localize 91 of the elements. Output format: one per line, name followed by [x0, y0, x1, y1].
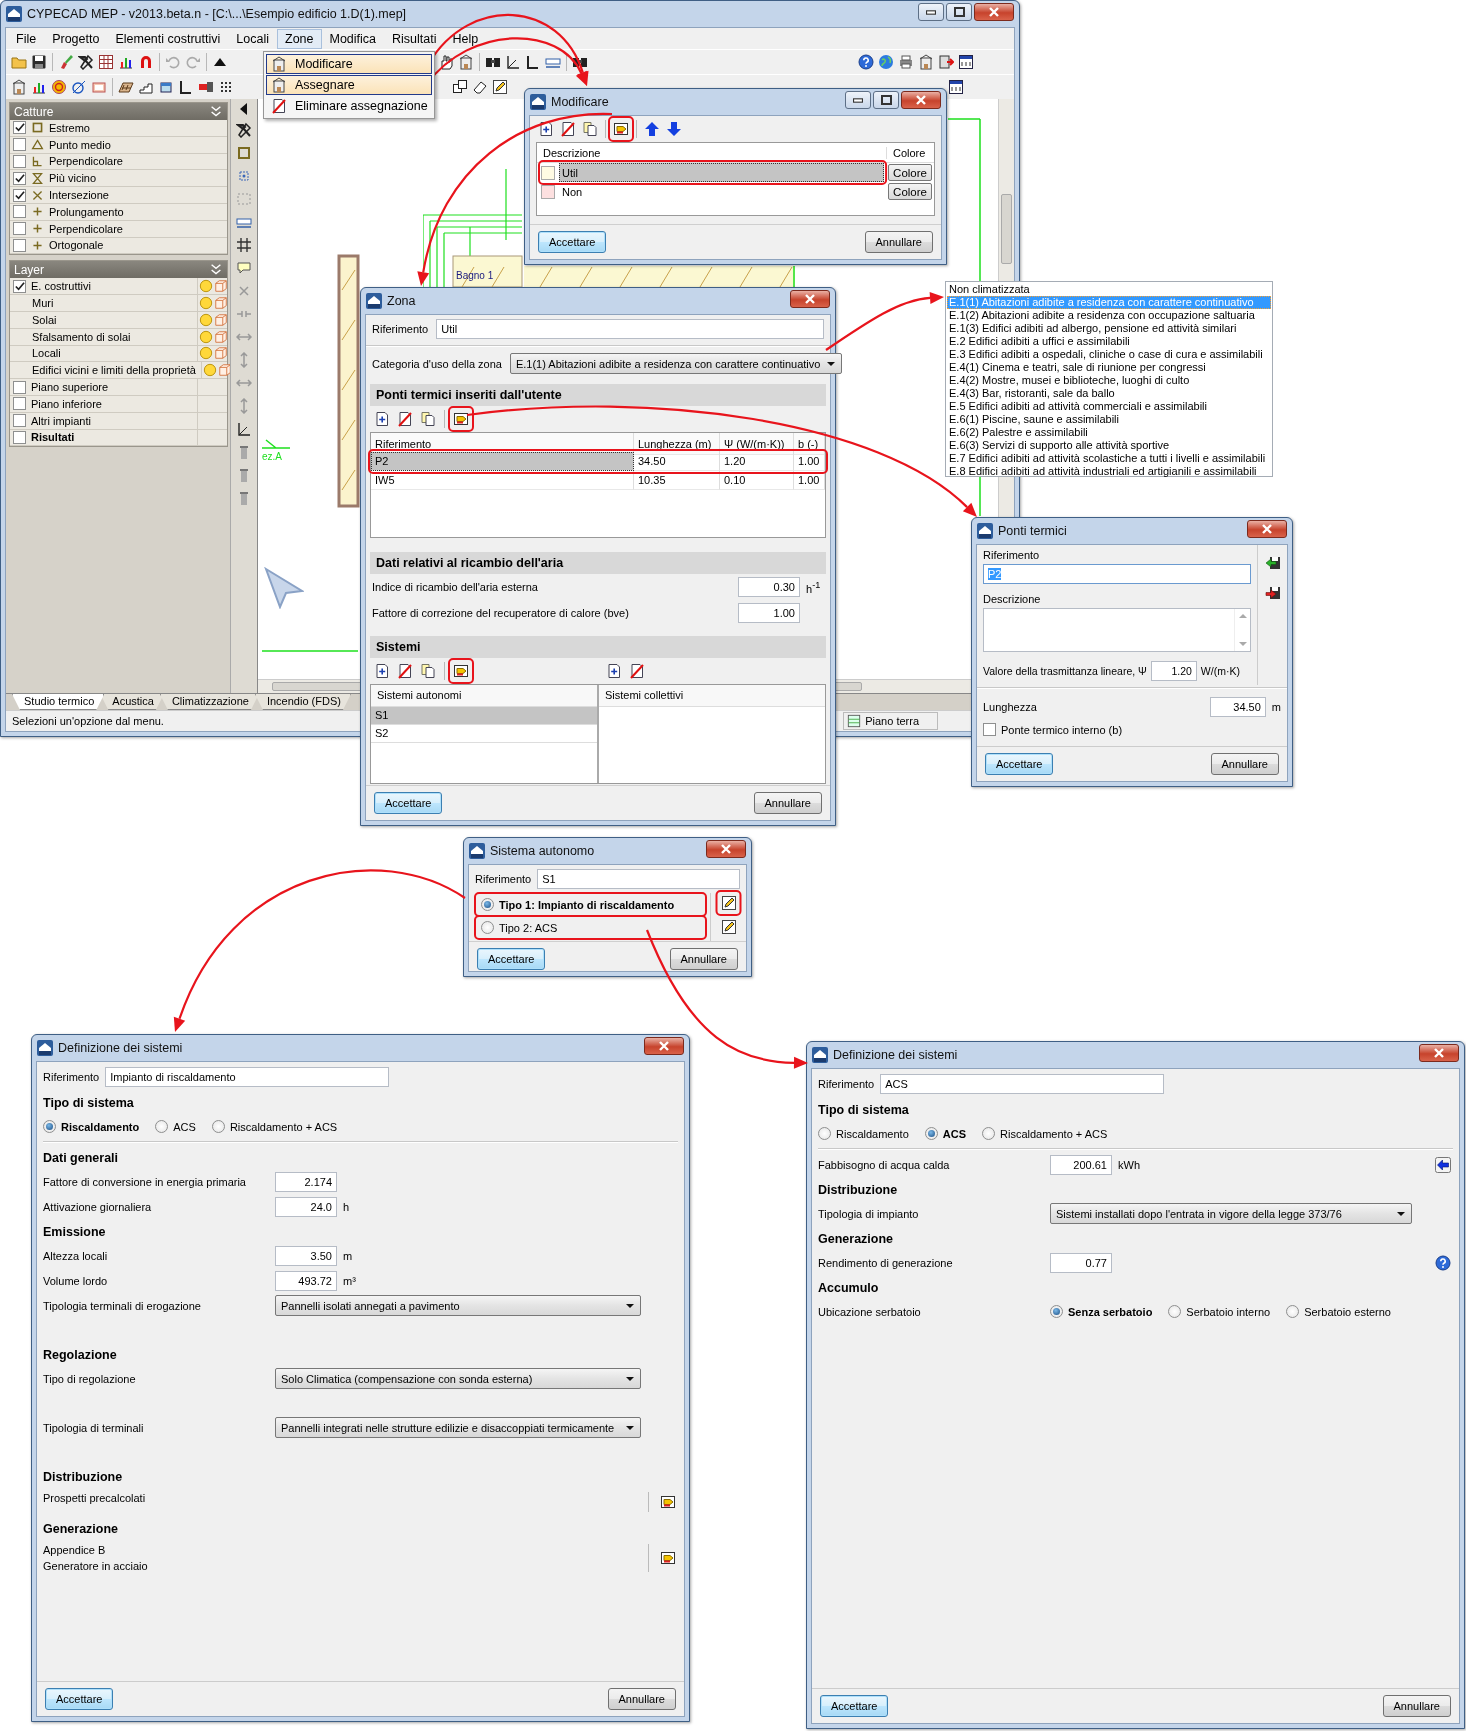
unit-label: m³ [343, 1274, 356, 1287]
field-label: Categoria d'uso della zona [372, 357, 502, 370]
window-title: Zona [387, 294, 417, 308]
field-label: Altezza locali [43, 1249, 109, 1262]
field-label: Volume lordo [43, 1274, 109, 1287]
field-label: Attivazione giornaliera [43, 1200, 153, 1213]
section-heading: Tipo di sistema [43, 1095, 135, 1112]
snap-label: Perpendicolare [49, 222, 124, 235]
field-label: Tipologia di impianto [818, 1207, 920, 1220]
table-cell: IW5 [371, 471, 634, 490]
section-heading: Emissione [43, 1224, 107, 1241]
panel-title: Layer [14, 262, 45, 277]
layer-label: Risultati [31, 431, 76, 444]
field-label: Indice di ricambio dell'aria esterna [372, 581, 539, 593]
table-cell: 1.00 [794, 452, 825, 471]
unit-label: kWh [1118, 1158, 1140, 1171]
snap-label: Ortogonale [49, 239, 105, 252]
field-label: Riferimento [818, 1078, 875, 1090]
panel-title: Catture [14, 104, 54, 119]
field-label: Appendice B [43, 1544, 107, 1556]
field-label: Tipo di regolazione [43, 1372, 137, 1385]
layer-label: Piano superiore [31, 381, 110, 394]
table-cell: P2 [371, 452, 634, 471]
checkbox-label: Ponte termico interno (b) [1001, 723, 1123, 736]
unit-label: h [343, 1200, 350, 1213]
column-header: Lunghezza (m) [634, 433, 720, 455]
snap-label: Perpendicolare [49, 155, 124, 168]
unit-label: m [343, 1249, 353, 1262]
section-header: Dati relativi al ricambio dell'aria [370, 552, 826, 574]
field-label: Descrizione [983, 593, 1042, 605]
section-header: Ponti termici inseriti dall'utente [370, 384, 826, 406]
layer-label: Locali [32, 347, 62, 360]
unit-label: m [1271, 701, 1281, 713]
unit-label: W/(m·K) [1200, 665, 1240, 677]
snap-label: Estremo [49, 121, 91, 134]
table-cell: 34.50 [634, 452, 720, 471]
list-header: Sistemi collettivi [599, 685, 825, 707]
window-title: Definizione dei sistemi [833, 1048, 959, 1062]
layer-label: Muri [32, 297, 55, 310]
field-label: Tipologia terminali di erogazione [43, 1299, 202, 1312]
layer-label: Edifici vicini e limiti della proprietà [32, 364, 196, 377]
field-label: Fattore di correzione del recuperatore di calore (bve) [372, 607, 630, 619]
column-header: Ψ (W/(m·K)) [720, 433, 794, 455]
unit-label: h$^{-1}$ [806, 579, 822, 595]
field-label: Riferimento [372, 323, 429, 335]
section-heading: Dati generali [43, 1150, 120, 1167]
field-label: Prospetti precalcolati [43, 1492, 147, 1504]
section-heading: Distribuzione [43, 1469, 124, 1486]
column-header: Colore [886, 146, 934, 159]
field-label: Riferimento [983, 549, 1041, 561]
field-label: Rendimento di generazione [818, 1256, 954, 1269]
field-label: Valore della trasmittanza lineare, Ψ [983, 665, 1147, 677]
field-label: Fabbisogno di acqua calda [818, 1158, 951, 1171]
snap-label: Punto medio [49, 138, 112, 151]
section-heading: Tipo di sistema [818, 1102, 910, 1119]
layer-label: E. costruttivi [31, 280, 92, 293]
window-title: Ponti termici [998, 524, 1068, 538]
layer-label: Sfalsamento di solai [32, 330, 132, 343]
column-header: Descrizione [542, 146, 602, 159]
field-label: Fattore di conversione in energia primaria [43, 1175, 247, 1188]
section-heading: Regolazione [43, 1347, 118, 1364]
field-label: Lunghezza [983, 701, 1038, 713]
section-heading: Accumulo [818, 1280, 880, 1297]
window-title: Sistema autonomo [490, 844, 596, 858]
section-heading: Distribuzione [818, 1182, 899, 1199]
layer-label: Altri impianti [31, 414, 92, 427]
snap-label: Più vicino [49, 172, 98, 185]
table-cell: 1.00 [794, 471, 825, 490]
field-label: Generatore in acciaio [43, 1560, 149, 1572]
section-heading: Generazione [43, 1521, 120, 1538]
section-label: ez.A [262, 451, 282, 462]
room-label: Bagno 1 [456, 270, 494, 281]
status-message: Selezioni un'opzione dal menu. [12, 715, 164, 727]
table-cell: 0.10 [720, 471, 794, 490]
layer-label: Piano inferiore [31, 397, 103, 410]
section-heading: Generazione [818, 1231, 895, 1248]
section-header: Sistemi [370, 636, 826, 658]
window-title: Definizione dei sistemi [58, 1041, 184, 1055]
snap-label: Prolungamento [49, 205, 125, 218]
layer-label: Solai [32, 313, 58, 326]
table-cell: 10.35 [634, 471, 720, 490]
window-title: CYPECAD MEP - v2013.beta.n - [C:\...\Esempio edificio 1.D(1).mep] [27, 7, 408, 21]
field-label: Ubicazione serbatoio [818, 1305, 922, 1318]
field-label: Riferimento [475, 873, 532, 885]
field-label: Riferimento [43, 1071, 100, 1083]
snap-label: Intersezione [49, 189, 110, 202]
field-label: Tipologia di terminali [43, 1421, 145, 1434]
table-cell: 1.20 [720, 452, 794, 471]
floor-name: Piano terra [865, 715, 919, 727]
window-title: Modificare [551, 95, 610, 109]
list-header: Sistemi autonomi [371, 685, 597, 707]
